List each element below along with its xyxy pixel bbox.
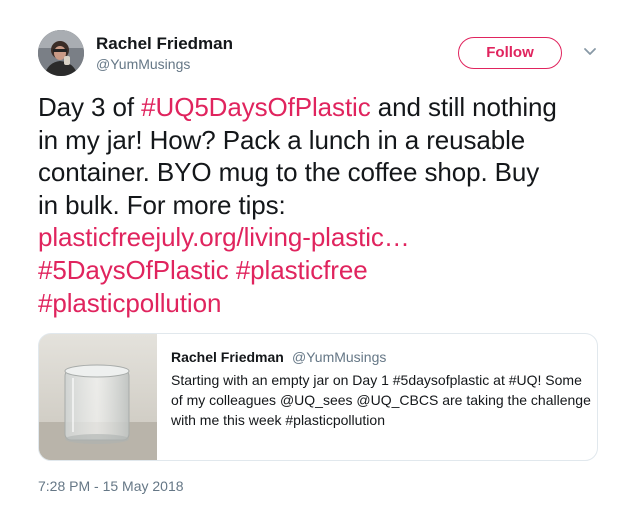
- quoted-line-2: of my colleagues @UQ_sees @UQ_CBCS are t…: [171, 392, 591, 408]
- avatar[interactable]: [38, 30, 84, 76]
- hashtag-link[interactable]: #plasticfree: [236, 255, 368, 285]
- chevron-down-icon[interactable]: [580, 44, 600, 60]
- quoted-tweet-image[interactable]: [39, 334, 157, 460]
- url-link[interactable]: plasticfreejuly.org/living-plastic…: [38, 221, 618, 254]
- quoted-tweet-text: Starting with an empty jar on Day 1 #5da…: [171, 370, 591, 430]
- author-handle[interactable]: @YumMusings: [96, 56, 190, 72]
- follow-button[interactable]: Follow: [458, 37, 562, 69]
- quoted-author-handle[interactable]: @YumMusings: [292, 349, 386, 365]
- tweet-line-4: in bulk. For more tips:: [38, 189, 286, 220]
- tweet-text-segment: Day 3 of: [38, 92, 142, 122]
- author-name[interactable]: Rachel Friedman: [96, 34, 233, 54]
- quoted-tweet-card[interactable]: Rachel Friedman @YumMusings Starting wit…: [38, 333, 598, 461]
- hashtag-link[interactable]: #UQ5DaysOfPlastic: [141, 92, 371, 122]
- tweet-timestamp[interactable]: 7:28 PM - 15 May 2018: [38, 478, 184, 494]
- tweet-line-1: Day 3 of #UQ5DaysOfPlastic and still not…: [38, 91, 618, 124]
- tweet-text: Day 3 of #UQ5DaysOfPlastic and still not…: [38, 91, 618, 319]
- tweet-text-segment: and still nothing: [370, 92, 557, 122]
- quoted-line-3: with me this week #plasticpollution: [171, 412, 385, 428]
- tweet-line-2: in my jar! How? Pack a lunch in a reusab…: [38, 124, 526, 155]
- hashtag-link[interactable]: #5DaysOfPlastic: [38, 255, 229, 285]
- quoted-author-name[interactable]: Rachel Friedman: [171, 349, 284, 365]
- hashtag-link[interactable]: #plasticpollution: [38, 287, 618, 320]
- avatar-photo: [38, 30, 84, 76]
- tweet-line-3: container. BYO mug to the coffee shop. B…: [38, 157, 540, 188]
- quoted-line-1: Starting with an empty jar on Day 1 #5da…: [171, 372, 582, 388]
